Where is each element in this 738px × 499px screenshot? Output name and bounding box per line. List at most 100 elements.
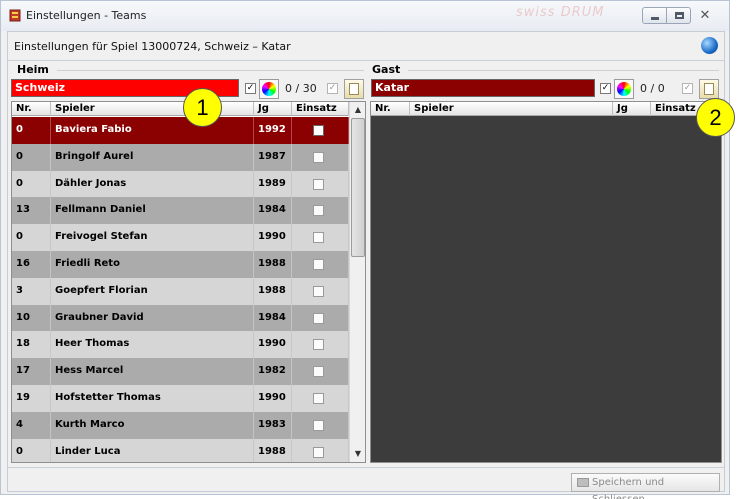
heim-select-all-checkbox[interactable]: ✓ [327,83,338,94]
einsatz-checkbox[interactable] [313,125,324,136]
cell-einsatz [292,224,349,251]
gast-edit-button[interactable] [699,79,719,99]
einsatz-checkbox[interactable] [313,285,324,297]
gast-team-checkbox[interactable]: ✓ [600,83,611,94]
scroll-up-button[interactable]: ▲ [351,103,365,117]
cell-spieler: Graubner David [51,304,254,332]
cell-jg: 1988 [254,277,292,305]
maximize-button[interactable] [666,7,691,24]
column-header-jg[interactable]: Jg [254,102,292,116]
cell-spieler: Friedli Reto [51,250,254,278]
title-bar: Einstellungen - Teams swiss DRUM ✕ [1,1,729,31]
einsatz-checkbox[interactable] [313,232,324,244]
cell-jg: 1982 [254,358,292,385]
column-header-nr[interactable]: Nr. [12,102,51,116]
cell-spieler: Bringolf Aurel [51,143,254,171]
gast-group-border [408,70,719,71]
einsatz-checkbox[interactable] [313,151,324,163]
einsatz-checkbox[interactable] [313,339,324,351]
column-header-einsatz[interactable]: Einsatz [292,102,349,116]
heim-team-checkbox[interactable]: ✓ [245,83,256,94]
scroll-thumb[interactable] [351,118,365,257]
gast-grid-header: Nr. Spieler Jg Einsatz [371,102,721,116]
table-row[interactable]: 0 Baviera Fabio 1992 [12,117,349,144]
maximize-icon [675,12,684,19]
einsatz-checkbox[interactable] [313,258,324,270]
cell-einsatz [292,304,349,332]
cell-spieler: Goepfert Florian [51,277,254,305]
gast-group: Gast Katar ✓ 0 / 0 ✓ Nr. Spieler Jg Eins… [366,63,722,465]
gast-player-count: 0 / 0 [640,82,665,95]
gast-select-all-checkbox[interactable]: ✓ [682,83,693,94]
minimize-icon [651,17,659,20]
cell-einsatz [292,358,349,385]
close-button[interactable]: ✕ [696,7,714,24]
heim-color-picker-button[interactable] [259,79,279,99]
save-and-close-button[interactable]: Speichern und Schliessen [571,473,720,499]
column-header-nr[interactable]: Nr. [371,102,410,116]
scroll-down-button[interactable]: ▼ [351,447,365,461]
cell-spieler: Hofstetter Thomas [51,384,254,412]
table-row[interactable]: 18 Heer Thomas 1990 [12,331,349,359]
table-row[interactable]: 13 Fellmann Daniel 1984 [12,197,349,225]
table-row[interactable]: 0 Bringolf Aurel 1987 [12,143,349,171]
heim-edit-button[interactable] [344,79,364,99]
gast-color-picker-button[interactable] [614,79,634,99]
einsatz-checkbox[interactable] [313,446,324,458]
heim-player-count: 0 / 30 [285,82,317,95]
gast-team-name-field[interactable]: Katar [371,79,595,97]
cell-spieler: Freivogel Stefan [51,224,254,251]
chevron-up-icon: ▲ [354,105,362,114]
column-header-spieler[interactable]: Spieler [410,102,613,116]
cell-einsatz [292,143,349,171]
einsatz-checkbox[interactable] [313,312,324,324]
edit-icon [349,83,359,95]
table-row[interactable]: 0 Dähler Jonas 1989 [12,170,349,198]
einsatz-checkbox[interactable] [313,366,324,378]
cell-einsatz [292,170,349,198]
close-icon: ✕ [699,8,711,23]
einsatz-checkbox[interactable] [313,178,324,190]
cell-jg: 1983 [254,411,292,439]
cell-jg: 1987 [254,143,292,171]
heim-group: Heim Schweiz ✓ 0 / 30 ✓ Nr. Spieler Jg E… [11,63,366,465]
column-header-jg[interactable]: Jg [613,102,651,116]
cell-nr: 3 [12,277,51,305]
table-row[interactable]: 0 Linder Luca 1988 [12,438,349,462]
color-wheel-icon [617,82,631,96]
table-row[interactable]: 16 Friedli Reto 1988 [12,250,349,278]
cell-einsatz [292,197,349,225]
header-divider [8,60,724,61]
table-row[interactable]: 10 Graubner David 1984 [12,304,349,332]
heim-vertical-scrollbar[interactable]: ▲ ▼ [349,102,365,462]
cell-einsatz [292,117,349,144]
cell-jg: 1988 [254,250,292,278]
cell-nr: 0 [12,438,51,462]
table-row[interactable]: 17 Hess Marcel 1982 [12,358,349,385]
printer-icon [577,478,589,487]
einsatz-checkbox[interactable] [313,392,324,404]
einsatz-checkbox[interactable] [313,419,324,431]
heim-legend: Heim [15,63,51,76]
cell-jg: 1992 [254,117,292,144]
cell-spieler: Heer Thomas [51,331,254,359]
cell-jg: 1990 [254,331,292,359]
column-header-spieler[interactable]: Spieler [51,102,254,116]
table-row[interactable]: 0 Freivogel Stefan 1990 [12,224,349,251]
table-row[interactable]: 4 Kurth Marco 1983 [12,411,349,439]
chevron-down-icon: ▼ [354,449,362,458]
cell-nr: 0 [12,117,51,144]
callout-marker-1: 1 [183,88,222,127]
minimize-button[interactable] [642,7,667,24]
table-row[interactable]: 19 Hofstetter Thomas 1990 [12,384,349,412]
callout-marker-2: 2 [696,98,735,137]
cell-nr: 0 [12,143,51,171]
cell-einsatz [292,331,349,359]
settings-window: Einstellungen - Teams swiss DRUM ✕ Einst… [0,0,730,499]
cell-einsatz [292,438,349,462]
cell-einsatz [292,250,349,278]
cell-nr: 17 [12,358,51,385]
globe-icon[interactable] [701,37,718,54]
table-row[interactable]: 3 Goepfert Florian 1988 [12,277,349,305]
einsatz-checkbox[interactable] [313,205,324,217]
